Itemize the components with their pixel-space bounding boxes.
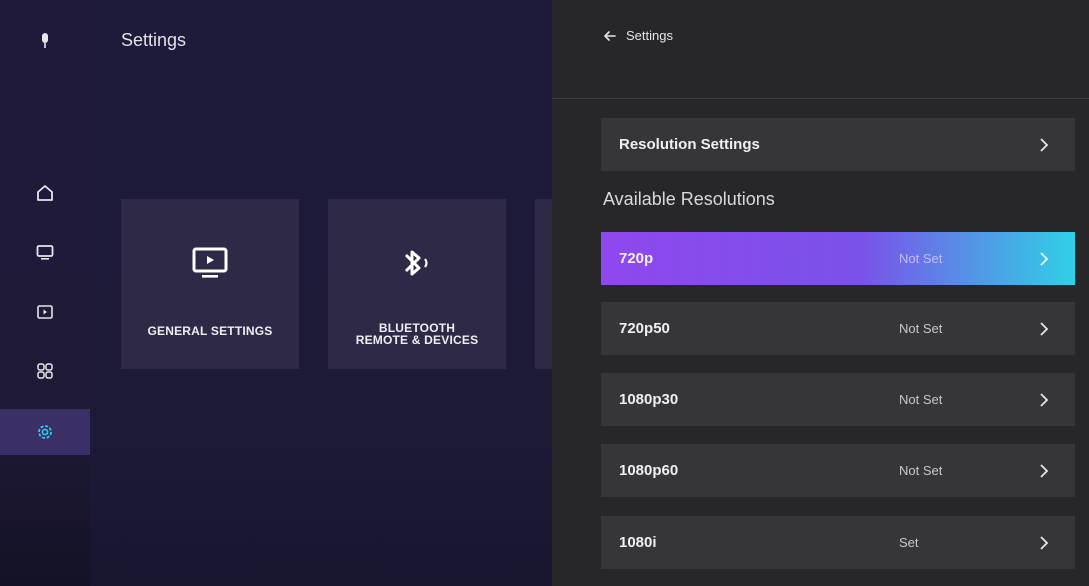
back-arrow-icon [604, 30, 616, 41]
resolution-settings-item[interactable]: Resolution Settings [601, 118, 1075, 171]
resolution-row-1080p60[interactable]: 1080p60 Not Set [601, 444, 1075, 497]
tile-bluetooth[interactable]: BLUETOOTH REMOTE & DEVICES [328, 199, 506, 369]
back-button[interactable]: Settings [603, 28, 673, 43]
resolution-row-1080p30[interactable]: 1080p30 Not Set [601, 373, 1075, 426]
status-text: Not Set [899, 463, 943, 478]
tile-label: BLUETOOTH REMOTE & DEVICES [356, 322, 479, 346]
nav-item-settings[interactable] [27, 414, 63, 450]
tv-icon [36, 245, 54, 260]
home-icon [37, 185, 53, 201]
media-player-icon [37, 305, 53, 319]
apps-grid-icon [37, 363, 53, 379]
row-label: 720p [619, 250, 654, 267]
resolution-row-720p50[interactable]: 720p50 Not Set [601, 302, 1075, 355]
status-text: Not Set [899, 392, 943, 407]
tile-general-settings[interactable]: GENERAL SETTINGS [121, 199, 299, 369]
resolution-row-720p[interactable]: 720p Not Set [601, 232, 1075, 285]
nav-item-apps[interactable] [27, 353, 63, 389]
chevron-right-icon [1040, 252, 1049, 266]
settings-main: Settings GENERAL SETTINGS BLUETOOTH REMO… [90, 0, 552, 586]
tile-label: GENERAL SETTINGS [148, 325, 273, 337]
resolution-panel: Settings Resolution Settings Available R… [552, 0, 1089, 586]
chevron-right-icon [1040, 138, 1049, 152]
chevron-right-icon [1040, 322, 1049, 336]
row-label: 720p50 [619, 320, 670, 337]
nav-item-home[interactable] [27, 175, 63, 211]
section-title: Available Resolutions [603, 189, 775, 209]
status-text: Not Set [899, 251, 943, 266]
back-label: Settings [626, 28, 673, 43]
chevron-right-icon [1040, 536, 1049, 550]
chevron-right-icon [1040, 464, 1049, 478]
nav-item-media[interactable] [27, 294, 63, 330]
tv-play-icon [191, 243, 229, 283]
tv-settings-screen: Settings GENERAL SETTINGS BLUETOOTH REMO… [0, 0, 1089, 586]
panel-header: Settings [552, 0, 1089, 99]
nav-item-tv[interactable] [27, 234, 63, 270]
resolution-row-1080i[interactable]: 1080i Set [601, 516, 1075, 569]
tile-partial[interactable] [535, 199, 552, 369]
row-label: 1080i [619, 534, 657, 551]
row-label: 1080p60 [619, 462, 679, 479]
chevron-right-icon [1040, 393, 1049, 407]
page-title: Settings [121, 30, 187, 50]
tile-label-line: REMOTE & DEVICES [355, 333, 479, 347]
status-text: Set [899, 535, 919, 550]
row-label: Resolution Settings [619, 136, 760, 153]
microphone-icon[interactable] [27, 23, 63, 59]
gear-icon [38, 425, 52, 439]
nav-rail [0, 0, 90, 586]
tile-label-line: GENERAL SETTINGS [147, 324, 273, 338]
status-text: Not Set [899, 321, 943, 336]
row-label: 1080p30 [619, 391, 679, 408]
bluetooth-icon [397, 243, 437, 283]
